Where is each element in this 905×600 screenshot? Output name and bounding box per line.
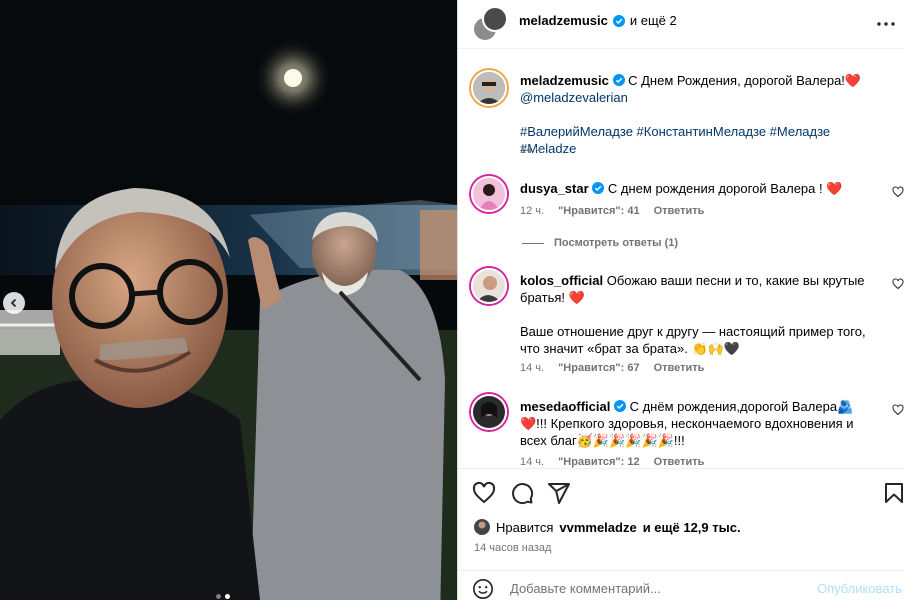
avatar[interactable]	[471, 268, 507, 304]
more-options-button[interactable]	[874, 12, 898, 36]
comment-like-icon[interactable]	[892, 186, 904, 198]
comments-list: meladzemusic С Днем Рождения, дорогой Ва…	[458, 50, 905, 468]
caption-hashtags[interactable]: #ВалерийМеладзе #КонстантинМеладзе #Мела…	[520, 124, 830, 156]
verified-badge-icon	[612, 74, 625, 86]
caption-text: meladzemusic С Днем Рождения, дорогой Ва…	[520, 72, 880, 157]
comment-icon[interactable]	[510, 481, 534, 505]
emoji-icon[interactable]	[472, 578, 494, 600]
carousel-dot-active	[225, 594, 230, 599]
chevron-left-icon	[10, 298, 17, 308]
avatar	[474, 519, 490, 535]
comment-body: С днем рождения дорогой Валера ! ❤️	[607, 181, 843, 196]
comment-likes[interactable]: "Нравится": 12	[558, 456, 639, 468]
avatar[interactable]	[471, 70, 507, 106]
reply-button[interactable]: Ответить	[654, 362, 705, 374]
avatar[interactable]	[471, 394, 507, 430]
comment-like-icon[interactable]	[892, 278, 904, 290]
avatar-image	[473, 396, 505, 428]
caption-time: 14 ч.	[520, 144, 545, 156]
comment-time: 12 ч.	[520, 205, 545, 217]
comment-text: dusya_star С днем рождения дорогой Валер…	[520, 180, 880, 197]
bookmark-icon[interactable]	[882, 481, 905, 505]
avatar	[482, 6, 508, 32]
comment-meta: 12 ч. "Нравится": 41 Ответить	[520, 205, 704, 217]
post-photo	[0, 0, 457, 600]
comment-composer: Опубликовать	[458, 570, 905, 600]
comment-username[interactable]: kolos_official	[520, 273, 603, 288]
verified-badge-icon	[613, 400, 626, 412]
carousel-prev-button[interactable]	[3, 292, 25, 314]
likes-prefix: Нравится	[496, 519, 554, 535]
coauthor-avatars[interactable]	[472, 6, 508, 42]
avatar[interactable]	[471, 176, 507, 212]
avatar-image	[473, 178, 505, 210]
more-options-icon	[877, 22, 895, 26]
comment-meta: 14 ч. "Нравится": 67 Ответить	[520, 362, 704, 374]
photo-illustration	[0, 0, 457, 600]
heart-icon[interactable]	[472, 481, 496, 505]
comment-text: mesedaofficial С днём рождения,дорогой В…	[520, 398, 880, 449]
comment-meta: 14 ч. "Нравится": 12 Ответить	[520, 456, 704, 468]
carousel-dot	[216, 594, 221, 599]
comment-body-continued: Ваше отношение друг к другу — настоящий …	[520, 324, 866, 356]
post-header: meladzemusic и ещё 2	[458, 0, 905, 49]
comment-input[interactable]	[510, 581, 810, 596]
comment-like-icon[interactable]	[892, 404, 904, 416]
comment-username[interactable]: dusya_star	[520, 181, 589, 196]
comment-time: 14 ч.	[520, 456, 545, 468]
post-comment-button[interactable]: Опубликовать	[817, 581, 902, 596]
verified-badge-icon	[592, 182, 605, 194]
comment-time: 14 ч.	[520, 362, 545, 374]
share-icon[interactable]	[547, 481, 571, 505]
reply-button[interactable]: Ответить	[654, 205, 705, 217]
verified-badge-icon	[612, 14, 625, 27]
header-username[interactable]: meladzemusic	[519, 13, 608, 28]
post-actions: Нравится vvmmeladze и ещё 12,9 тыс. 14 ч…	[458, 468, 905, 570]
likes-count[interactable]: и ещё 12,9 тыс.	[643, 520, 741, 535]
view-replies-button[interactable]: Посмотреть ответы (1)	[522, 237, 678, 249]
comment-likes[interactable]: "Нравится": 67	[558, 362, 639, 374]
caption-meta: 14 ч.	[520, 144, 544, 156]
likes-user[interactable]: vvmmeladze	[559, 520, 636, 535]
reply-button[interactable]: Ответить	[654, 456, 705, 468]
comment-username[interactable]: mesedaofficial	[520, 399, 610, 414]
post-details-panel: meladzemusic и ещё 2 meladzemusic С Днем…	[457, 0, 905, 600]
view-replies-label: Посмотреть ответы (1)	[554, 237, 679, 249]
divider	[522, 242, 544, 244]
coauthors-link[interactable]: и ещё 2	[630, 13, 677, 28]
comment-text: kolos_official Обожаю ваши песни и то, к…	[520, 272, 880, 357]
likes-summary: Нравится vvmmeladze и ещё 12,9 тыс.	[474, 519, 741, 535]
comment-likes[interactable]: "Нравится": 41	[558, 205, 639, 217]
post-header-authors: meladzemusic и ещё 2	[519, 13, 677, 28]
avatar-image	[473, 270, 505, 302]
caption-mention[interactable]: @meladzevalerian	[520, 90, 628, 105]
avatar-image	[473, 72, 505, 104]
post-time: 14 часов назад	[474, 542, 552, 554]
carousel-indicator	[216, 594, 230, 599]
caption-body: С Днем Рождения, дорогой Валера!❤️	[628, 73, 862, 88]
caption-username[interactable]: meladzemusic	[520, 73, 609, 88]
